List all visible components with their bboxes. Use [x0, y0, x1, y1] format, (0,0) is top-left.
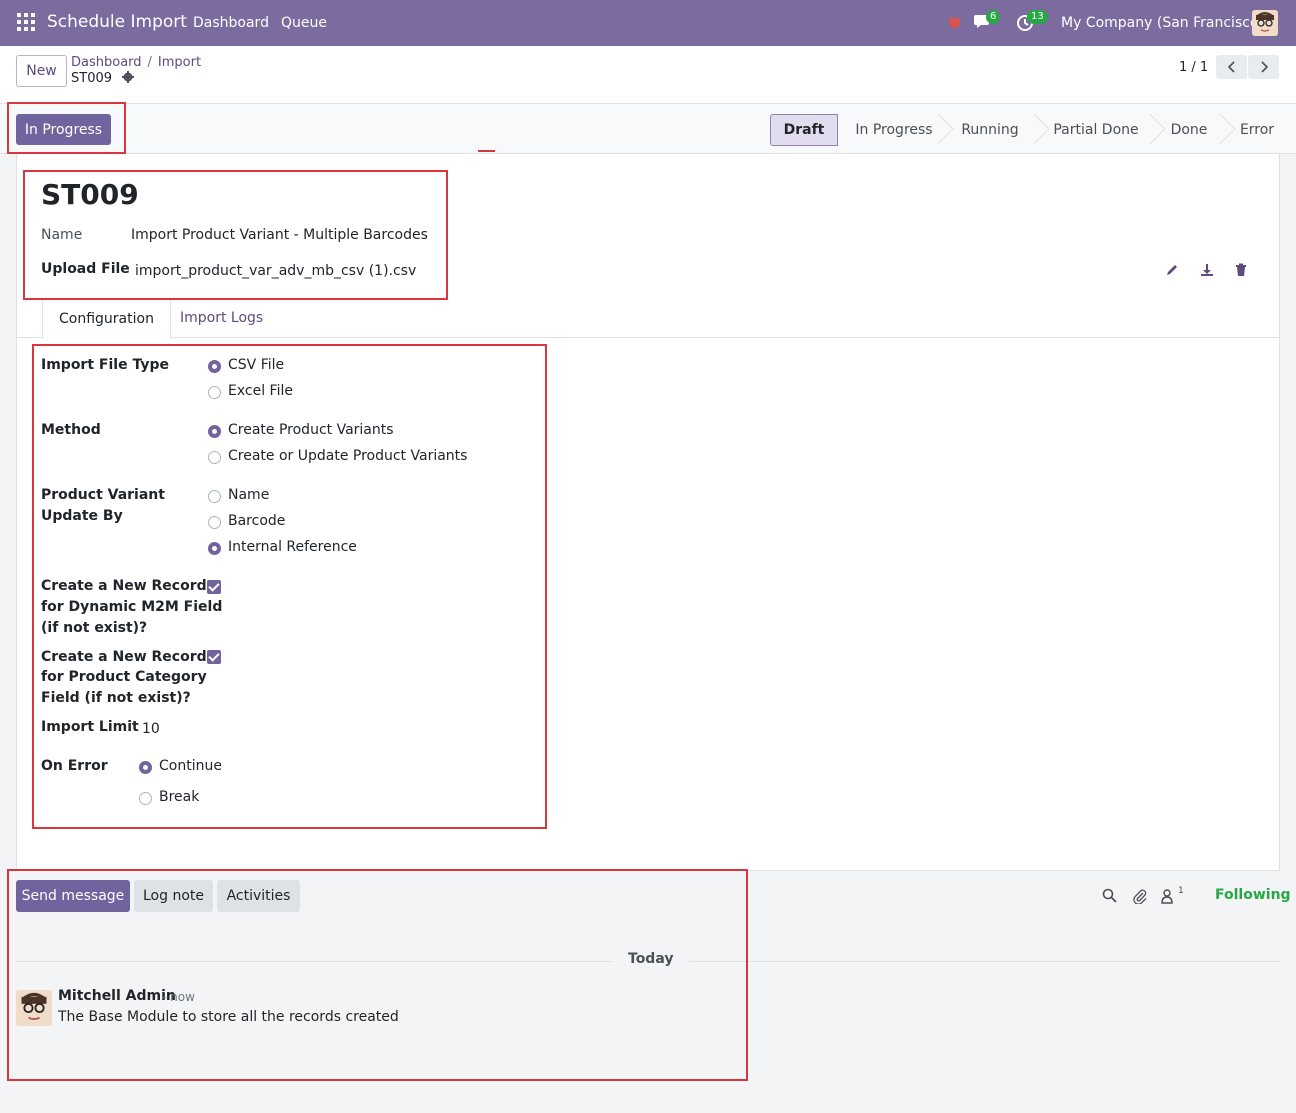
stage-draft[interactable]: Draft [770, 114, 838, 146]
gear-icon[interactable] [122, 71, 135, 83]
stage-in-progress-label: In Progress [855, 122, 933, 138]
messages-badge: 6 [986, 10, 1001, 24]
record-title: ST009 [41, 178, 139, 211]
breadcrumb-dashboard[interactable]: Dashboard [71, 55, 142, 70]
edit-icon[interactable] [1165, 263, 1179, 279]
name-field[interactable]: Import Product Variant - Multiple Barcod… [131, 227, 428, 243]
on-error-label: On Error [41, 758, 108, 774]
record-name: ST009 [71, 71, 135, 86]
breadcrumb-separator: / [147, 55, 152, 70]
breadcrumb: Dashboard / Import [71, 55, 201, 70]
radio-excel-file[interactable] [208, 386, 221, 399]
message-author-avatar[interactable] [16, 990, 52, 1026]
upload-file-name[interactable]: import_product_var_adv_mb_csv (1).csv [135, 263, 416, 279]
app-title[interactable]: Schedule Import [47, 12, 187, 32]
m2m-label-line2: for Dynamic M2M Field [41, 599, 223, 615]
method-label: Method [41, 422, 101, 438]
radio-on-error-continue[interactable] [139, 761, 152, 774]
message-author[interactable]: Mitchell Admin [58, 988, 176, 1004]
top-navbar: Schedule Import Dashboard Queue 6 13 My … [0, 0, 1296, 46]
m2m-checkbox[interactable] [207, 580, 221, 594]
stage-done-label: Done [1170, 122, 1208, 138]
stage-partial-done[interactable]: Partial Done [1038, 113, 1166, 146]
name-label: Name [41, 227, 83, 243]
chatter: Send message Log note Activities 1 Follo… [0, 871, 1296, 1113]
stage-partial-done-label: Partial Done [1053, 122, 1139, 138]
activities-badge: 13 [1027, 10, 1048, 24]
notebook-tabs: Configuration Import Logs [17, 298, 1279, 339]
m2m-label-line3: (if not exist)? [41, 620, 148, 636]
import-file-type-label: Import File Type [41, 357, 169, 373]
radio-create-or-update-variants[interactable] [208, 451, 221, 464]
activities-button[interactable]: Activities [217, 880, 300, 912]
download-icon[interactable] [1200, 263, 1214, 279]
category-label-line2: for Product Category [41, 669, 207, 685]
search-icon[interactable] [1102, 888, 1117, 907]
stage-pipeline: Draft In Progress Running Partial Done D… [770, 113, 1290, 146]
option-csv-file[interactable]: CSV File [228, 357, 284, 373]
stage-running[interactable]: Running [942, 113, 1050, 146]
option-create-variants[interactable]: Create Product Variants [228, 422, 394, 438]
breadcrumb-import[interactable]: Import [158, 55, 201, 70]
pager-value: 1 / 1 [1179, 60, 1209, 75]
send-message-button[interactable]: Send message [16, 880, 130, 912]
option-create-or-update-variants[interactable]: Create or Update Product Variants [228, 448, 467, 464]
followers-icon[interactable] [1161, 888, 1175, 908]
recording-indicator-icon[interactable] [949, 17, 960, 28]
stage-running-label: Running [961, 122, 1019, 138]
new-button[interactable]: New [16, 55, 67, 87]
stage-in-progress[interactable]: In Progress [838, 113, 954, 146]
message-time: - now [162, 990, 195, 1004]
in-progress-button[interactable]: In Progress [16, 114, 111, 145]
stage-error-label: Error [1239, 122, 1275, 138]
nav-queue[interactable]: Queue [281, 15, 327, 31]
radio-create-variants[interactable] [208, 425, 221, 438]
radio-update-by-name[interactable] [208, 490, 221, 503]
trash-icon[interactable] [1234, 263, 1248, 279]
option-on-error-break[interactable]: Break [159, 789, 199, 805]
import-limit-field[interactable]: 10 [142, 721, 160, 737]
radio-update-by-internal-ref[interactable] [208, 542, 221, 555]
radio-csv-file[interactable] [208, 360, 221, 373]
control-panel: New Dashboard / Import ST009 1 / 1 [0, 46, 1296, 104]
log-note-button[interactable]: Log note [134, 880, 213, 912]
option-excel-file[interactable]: Excel File [228, 383, 293, 399]
radio-on-error-break[interactable] [139, 792, 152, 805]
following-button[interactable]: Following [1215, 887, 1291, 903]
stage-draft-label: Draft [783, 122, 825, 138]
nav-dashboard[interactable]: Dashboard [193, 15, 269, 31]
option-update-by-internal-ref[interactable]: Internal Reference [228, 539, 357, 555]
followers-count: 1 [1178, 886, 1184, 896]
radio-update-by-barcode[interactable] [208, 516, 221, 529]
annotation-mark [478, 150, 495, 152]
update-by-label-line1: Product Variant [41, 487, 165, 503]
option-update-by-name[interactable]: Name [228, 487, 269, 503]
option-on-error-continue[interactable]: Continue [159, 758, 222, 774]
tab-configuration[interactable]: Configuration [42, 298, 171, 339]
message-body: The Base Module to store all the records… [58, 1009, 399, 1025]
user-avatar[interactable] [1252, 10, 1278, 36]
import-limit-label: Import Limit [41, 719, 139, 735]
date-separator-label: Today [612, 951, 690, 967]
category-label-line1: Create a New Record [41, 649, 207, 665]
category-checkbox[interactable] [207, 650, 221, 664]
category-label-line3: Field (if not exist)? [41, 690, 191, 706]
m2m-label-line1: Create a New Record [41, 578, 207, 594]
apps-menu-icon[interactable] [17, 13, 35, 31]
tab-import-logs[interactable]: Import Logs [164, 298, 279, 338]
paperclip-icon[interactable] [1132, 888, 1148, 908]
pager-next-button[interactable] [1248, 55, 1279, 79]
company-switcher[interactable]: My Company (San Francisco) [1061, 15, 1264, 31]
upload-file-label: Upload File [41, 261, 130, 277]
option-update-by-barcode[interactable]: Barcode [228, 513, 285, 529]
update-by-label-line2: Update By [41, 508, 123, 524]
status-bar: In Progress Draft In Progress Running Pa… [0, 104, 1296, 154]
record-name-label: ST009 [71, 71, 113, 86]
pager-previous-button[interactable] [1216, 55, 1247, 79]
form-sheet: ST009 Name Import Product Variant - Mult… [16, 154, 1280, 871]
